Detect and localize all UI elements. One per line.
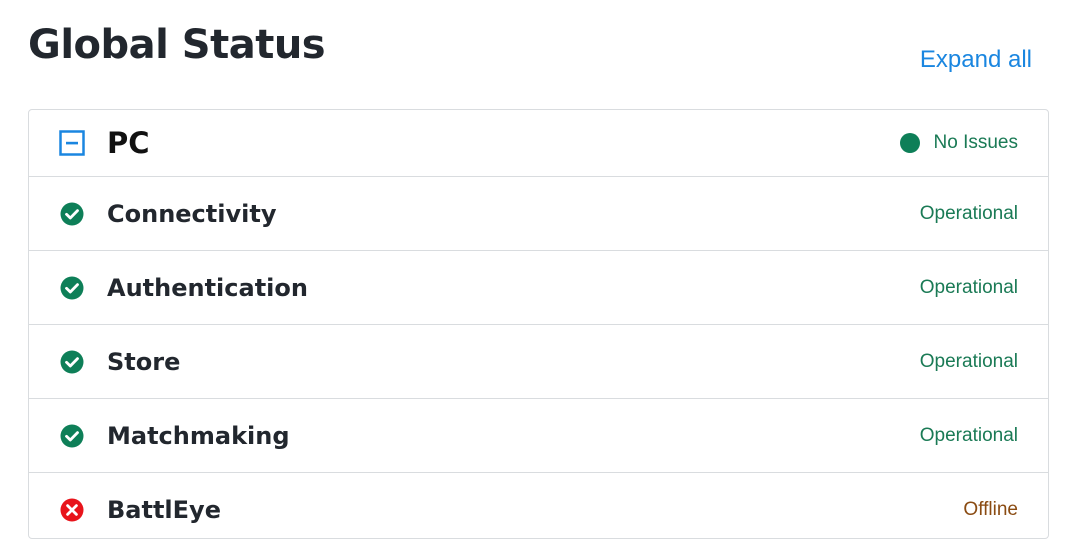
service-name: Authentication [107,273,308,302]
check-circle-icon [59,423,85,449]
service-row-connectivity: Connectivity Operational [29,177,1048,251]
collapse-minus-icon[interactable] [59,130,85,156]
platform-status-text: No Issues [933,132,1018,153]
service-name: Store [107,347,181,376]
expand-all-link[interactable]: Expand all [920,46,1032,74]
platform-header-row[interactable]: PC No Issues [29,110,1048,177]
service-status: Operational [919,424,1018,446]
service-row-authentication: Authentication Operational [29,251,1048,325]
service-status: Offline [963,498,1018,520]
status-dot-icon [899,133,920,153]
error-x-circle-icon [59,497,85,523]
platform-name: PC [107,126,150,160]
service-row-store: Store Operational [29,325,1048,399]
check-circle-icon [59,275,85,301]
service-name: Connectivity [107,199,277,228]
service-status: Operational [919,350,1018,372]
service-row-matchmaking: Matchmaking Operational [29,399,1048,473]
service-status: Operational [919,276,1018,298]
page-title: Global Status [28,22,326,68]
service-status: Operational [919,202,1018,224]
service-name: BattlEye [107,495,221,524]
status-card: PC No Issues Connectivity Operational Au… [28,109,1049,539]
service-row-battleye: BattlEye Offline [29,473,1048,538]
service-name: Matchmaking [107,421,290,450]
check-circle-icon [59,349,85,375]
platform-status: No Issues [899,132,1018,154]
check-circle-icon [59,201,85,227]
